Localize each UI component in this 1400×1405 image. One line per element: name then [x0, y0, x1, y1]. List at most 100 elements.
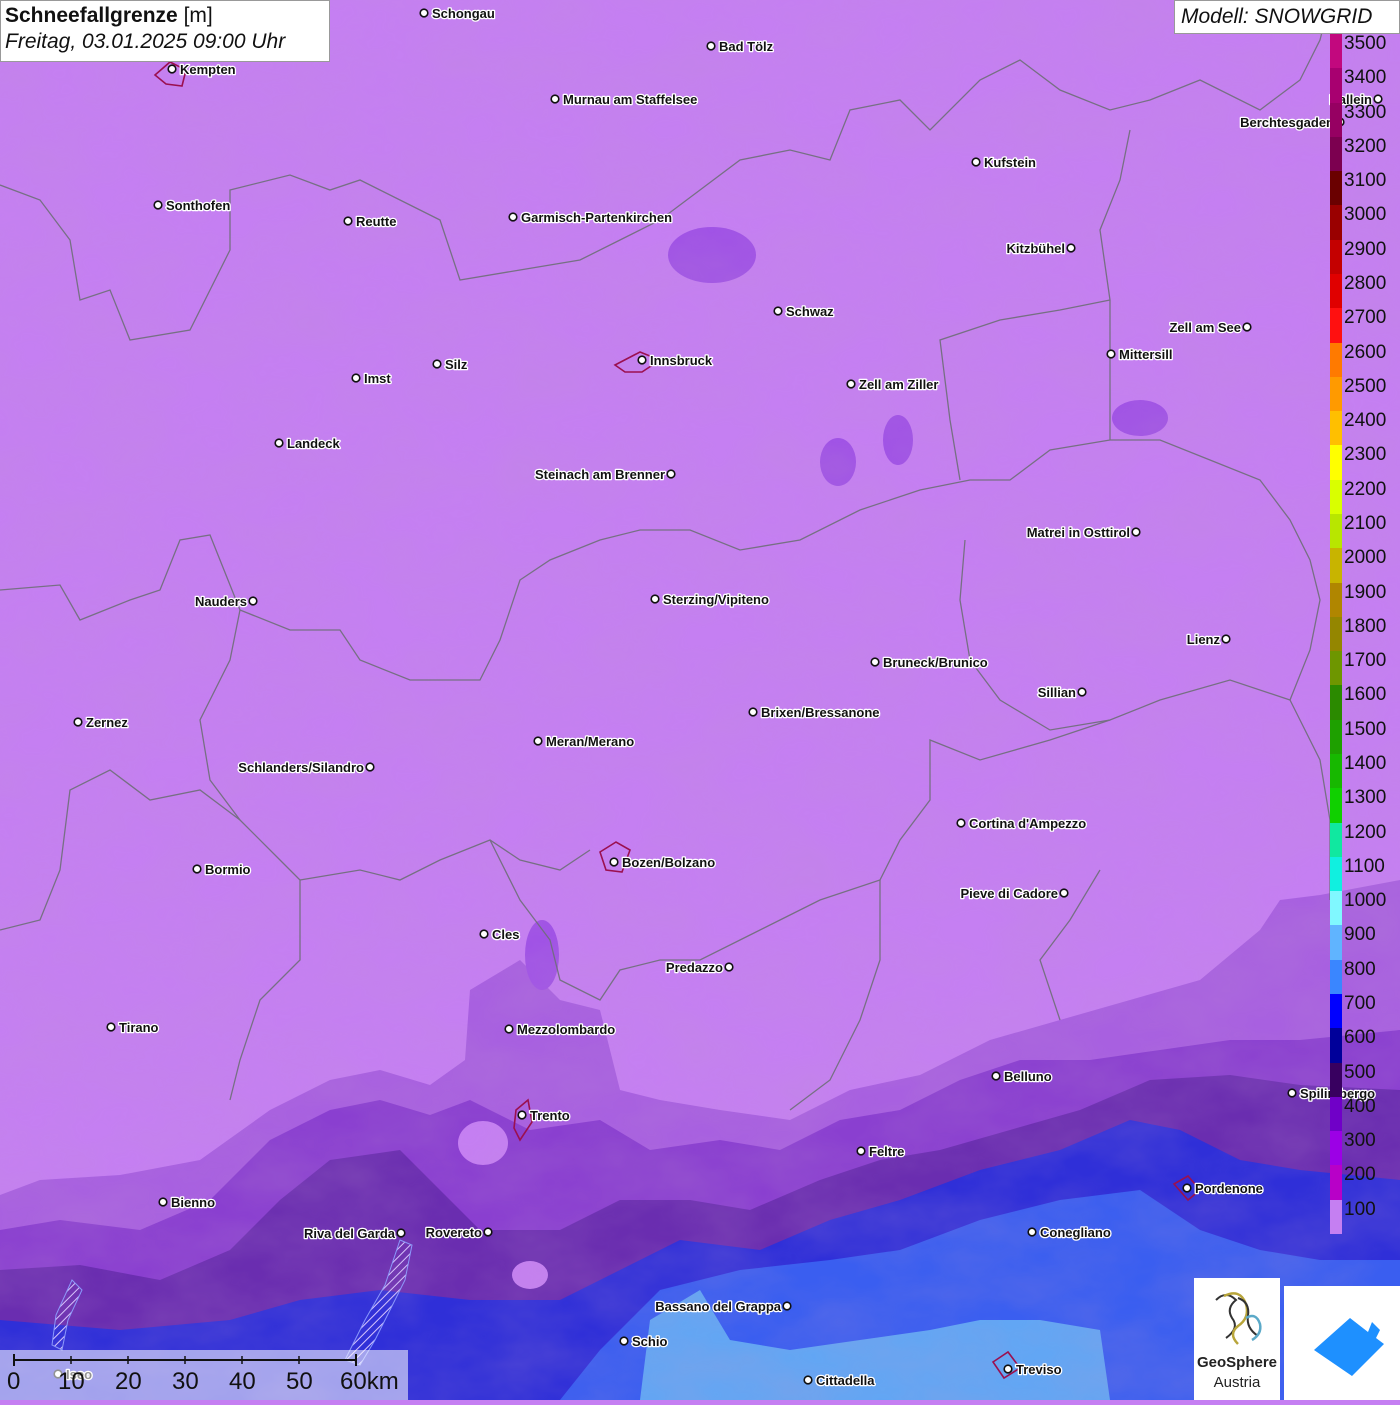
scale-tick: 50	[286, 1368, 313, 1395]
city-marker: Zell am Ziller	[846, 376, 940, 393]
city-dot	[637, 355, 647, 365]
legend-label: 100	[1344, 1198, 1376, 1220]
legend-swatch	[1330, 514, 1342, 549]
snowfall-map: Schongau Bad Tölz Kempten Murnau am Staffel…	[0, 0, 1400, 1400]
scale-tick: 0	[7, 1368, 21, 1395]
city-label: Zernez	[86, 715, 128, 730]
city-dot	[483, 1227, 493, 1237]
mountain-logo[interactable]	[1284, 1286, 1400, 1400]
scale-tick: 20	[115, 1368, 142, 1395]
legend-label: 400	[1344, 1095, 1376, 1117]
city-dot	[343, 216, 353, 226]
legend-label: 3200	[1344, 135, 1387, 157]
city-label: Sillian	[1038, 685, 1076, 700]
city-label: Nauders	[195, 594, 247, 609]
city-label: Schongau	[432, 6, 495, 21]
legend-swatch	[1330, 994, 1342, 1029]
city-dot	[1182, 1183, 1192, 1193]
city-dot	[106, 1022, 116, 1032]
legend-swatch	[1330, 1131, 1342, 1166]
city-label: Innsbruck	[650, 353, 713, 368]
legend-label: 1300	[1344, 787, 1387, 809]
city-marker: Bruneck/Brunico	[870, 654, 989, 671]
city-marker: Conegliano	[1027, 1224, 1112, 1241]
city-marker: Cortina d'Ampezzo	[956, 815, 1088, 832]
legend-swatch	[1330, 308, 1342, 344]
legend-swatch	[1330, 274, 1342, 309]
city-marker: Bassano del Grappa	[654, 1298, 792, 1315]
city-dot	[991, 1071, 1001, 1081]
legend-swatch	[1330, 239, 1342, 275]
geosphere-icon	[1215, 1292, 1262, 1345]
city-dot	[609, 857, 619, 867]
city-label: Reutte	[356, 214, 396, 229]
scale-tick: 10	[58, 1368, 85, 1395]
legend-swatch	[1330, 479, 1342, 515]
city-dot	[192, 864, 202, 874]
city-label: Treviso	[1016, 1362, 1062, 1377]
city-dot	[748, 707, 758, 717]
city-dot	[724, 962, 734, 972]
city-dot	[1077, 687, 1087, 697]
legend-label: 1700	[1344, 650, 1387, 672]
model-label: Modell: SNOWGRID	[1174, 0, 1400, 34]
legend-label: 2600	[1344, 341, 1387, 363]
geosphere-logo[interactable]: GeoSphere Austria	[1194, 1278, 1280, 1400]
legend-label: 900	[1344, 924, 1376, 946]
city-marker: Pieve di Cadore	[959, 885, 1069, 902]
city-marker: Pordenone	[1182, 1180, 1264, 1197]
legend-label: 1200	[1344, 821, 1387, 843]
legend-label: 600	[1344, 1027, 1376, 1049]
city-label: Meran/Merano	[546, 734, 634, 749]
city-label: Sonthofen	[166, 198, 230, 213]
scale-tick: 30	[172, 1368, 199, 1395]
legend-label: 1100	[1344, 855, 1385, 877]
legend-swatch	[1330, 822, 1342, 858]
city-marker: Rovereto	[424, 1224, 493, 1241]
city-dot	[508, 212, 518, 222]
city-marker: Matrei in Osttirol	[1025, 524, 1141, 541]
city-marker: Innsbruck	[637, 352, 714, 369]
legend-label: 2300	[1344, 444, 1387, 466]
city-dot	[274, 438, 284, 448]
city-label: Bad Tölz	[719, 39, 774, 54]
city-label: Berchtesgaden	[1240, 115, 1334, 130]
legend-label: 3000	[1344, 204, 1387, 226]
city-label: Bozen/Bolzano	[622, 855, 715, 870]
legend-swatch	[1330, 719, 1342, 755]
legend-swatch	[1330, 1199, 1342, 1235]
legend-swatch	[1330, 342, 1342, 378]
city-marker: Schlanders/Silandro	[237, 759, 375, 776]
city-label: Kempten	[180, 62, 236, 77]
city-dot	[1106, 349, 1116, 359]
city-label: Zell am Ziller	[859, 377, 938, 392]
color-legend: 3500 3400 3300 3200 3100 3000 2900 2800 2700 2600…	[1328, 34, 1400, 1235]
legend-label: 2200	[1344, 478, 1387, 500]
legend-swatch	[1330, 171, 1342, 206]
city-dot	[870, 657, 880, 667]
city-marker: Brixen/Bressanone	[748, 704, 881, 721]
map-unit: [m]	[183, 4, 213, 27]
legend-swatch	[1330, 1028, 1342, 1064]
city-label: Murnau am Staffelsee	[563, 92, 697, 107]
title-box: Schneefallgrenze [m] Freitag, 03.01.2025…	[0, 0, 330, 62]
city-marker: Steinach am Brenner	[534, 466, 676, 483]
logo-brand-sub: Austria	[1213, 1374, 1261, 1391]
city-label: Cles	[492, 927, 519, 942]
legend-label: 3100	[1344, 170, 1387, 192]
city-label: Steinach am Brenner	[535, 467, 665, 482]
legend-swatch	[1330, 651, 1342, 686]
legend-label: 2100	[1344, 513, 1387, 534]
city-dot	[351, 373, 361, 383]
city-label: Rovereto	[426, 1225, 482, 1240]
city-dot	[504, 1024, 514, 1034]
city-marker: Bozen/Bolzano	[609, 854, 717, 871]
legend-swatch	[1330, 959, 1342, 995]
city-label: Bormio	[205, 862, 251, 877]
city-label: Riva del Garda	[304, 1226, 396, 1241]
legend-label: 1600	[1344, 684, 1387, 706]
legend-label: 800	[1344, 958, 1376, 980]
city-marker: Meran/Merano	[533, 733, 635, 750]
legend-label: 3300	[1344, 101, 1387, 123]
city-dot	[517, 1110, 527, 1120]
